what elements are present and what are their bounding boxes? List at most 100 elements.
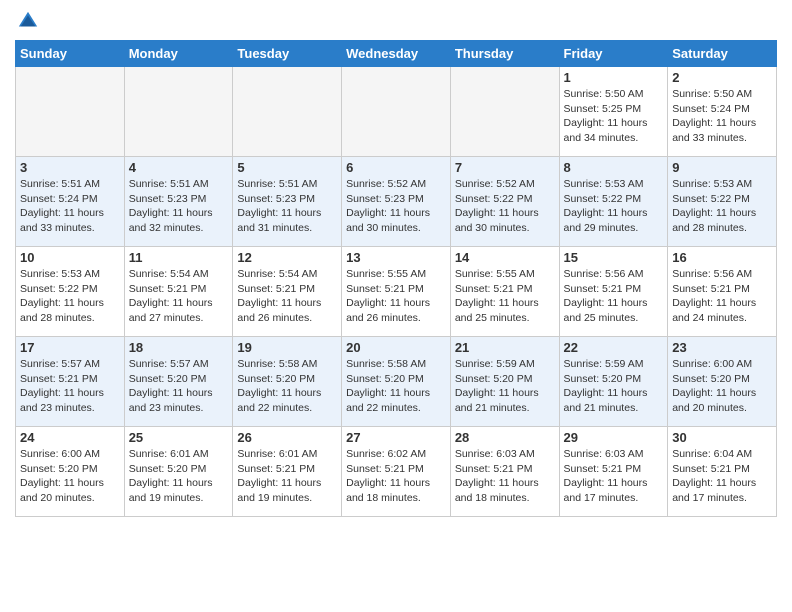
day-info: Sunrise: 6:01 AM Sunset: 5:20 PM Dayligh… — [129, 447, 229, 506]
day-cell: 28 Sunrise: 6:03 AM Sunset: 5:21 PM Dayli… — [450, 427, 559, 517]
header — [15, 10, 777, 32]
weekday-sunday: Sunday — [16, 41, 125, 67]
day-cell: 8 Sunrise: 5:53 AM Sunset: 5:22 PM Daylig… — [559, 157, 668, 247]
day-info: Sunrise: 5:56 AM Sunset: 5:21 PM Dayligh… — [672, 267, 772, 326]
day-info: Sunrise: 5:55 AM Sunset: 5:21 PM Dayligh… — [455, 267, 555, 326]
day-cell: 5 Sunrise: 5:51 AM Sunset: 5:23 PM Daylig… — [233, 157, 342, 247]
day-cell: 4Sunrise: 5:51 AM Sunset: 5:23 PM Daylig… — [124, 157, 233, 247]
day-info: Sunrise: 5:51 AM Sunset: 5:24 PM Dayligh… — [20, 177, 120, 236]
day-info: Sunrise: 5:58 AM Sunset: 5:20 PM Dayligh… — [237, 357, 337, 416]
weekday-monday: Monday — [124, 41, 233, 67]
week-row-4: 24Sunrise: 6:00 AM Sunset: 5:20 PM Dayli… — [16, 427, 777, 517]
day-cell — [342, 67, 451, 157]
day-info: Sunrise: 6:01 AM Sunset: 5:21 PM Dayligh… — [237, 447, 337, 506]
day-number: 19 — [237, 340, 337, 355]
day-number: 28 — [455, 430, 555, 445]
day-number: 30 — [672, 430, 772, 445]
day-number: 12 — [237, 250, 337, 265]
day-cell: 20Sunrise: 5:58 AM Sunset: 5:20 PM Dayli… — [342, 337, 451, 427]
day-number: 2 — [672, 70, 772, 85]
day-number: 24 — [20, 430, 120, 445]
day-number: 13 — [346, 250, 446, 265]
day-number: 10 — [20, 250, 120, 265]
day-info: Sunrise: 5:54 AM Sunset: 5:21 PM Dayligh… — [129, 267, 229, 326]
day-cell: 27 Sunrise: 6:02 AM Sunset: 5:21 PM Dayli… — [342, 427, 451, 517]
day-info: Sunrise: 5:51 AM Sunset: 5:23 PM Dayligh… — [129, 177, 229, 236]
day-number: 8 — [564, 160, 664, 175]
weekday-friday: Friday — [559, 41, 668, 67]
day-number: 18 — [129, 340, 229, 355]
day-cell: 6Sunrise: 5:52 AM Sunset: 5:23 PM Daylig… — [342, 157, 451, 247]
day-info: Sunrise: 5:57 AM Sunset: 5:21 PM Dayligh… — [20, 357, 120, 416]
day-info: Sunrise: 5:50 AM Sunset: 5:24 PM Dayligh… — [672, 87, 772, 146]
week-row-0: 1 Sunrise: 5:50 AM Sunset: 5:25 PM Daylig… — [16, 67, 777, 157]
logo — [15, 10, 39, 32]
day-number: 15 — [564, 250, 664, 265]
day-info: Sunrise: 5:50 AM Sunset: 5:25 PM Dayligh… — [564, 87, 664, 146]
day-cell: 10 Sunrise: 5:53 AM Sunset: 5:22 PM Dayli… — [16, 247, 125, 337]
day-cell — [450, 67, 559, 157]
day-info: Sunrise: 5:55 AM Sunset: 5:21 PM Dayligh… — [346, 267, 446, 326]
day-cell: 12 Sunrise: 5:54 AM Sunset: 5:21 PM Dayli… — [233, 247, 342, 337]
day-number: 5 — [237, 160, 337, 175]
weekday-tuesday: Tuesday — [233, 41, 342, 67]
day-cell: 23 Sunrise: 6:00 AM Sunset: 5:20 PM Dayli… — [668, 337, 777, 427]
day-number: 27 — [346, 430, 446, 445]
day-cell: 29Sunrise: 6:03 AM Sunset: 5:21 PM Dayli… — [559, 427, 668, 517]
day-info: Sunrise: 5:53 AM Sunset: 5:22 PM Dayligh… — [20, 267, 120, 326]
day-cell — [233, 67, 342, 157]
day-info: Sunrise: 5:59 AM Sunset: 5:20 PM Dayligh… — [564, 357, 664, 416]
week-row-3: 17Sunrise: 5:57 AM Sunset: 5:21 PM Dayli… — [16, 337, 777, 427]
day-cell: 17Sunrise: 5:57 AM Sunset: 5:21 PM Dayli… — [16, 337, 125, 427]
day-info: Sunrise: 5:59 AM Sunset: 5:20 PM Dayligh… — [455, 357, 555, 416]
day-cell — [16, 67, 125, 157]
weekday-saturday: Saturday — [668, 41, 777, 67]
day-info: Sunrise: 5:51 AM Sunset: 5:23 PM Dayligh… — [237, 177, 337, 236]
day-cell: 24Sunrise: 6:00 AM Sunset: 5:20 PM Dayli… — [16, 427, 125, 517]
day-cell: 1 Sunrise: 5:50 AM Sunset: 5:25 PM Daylig… — [559, 67, 668, 157]
logo-icon — [17, 10, 39, 32]
day-number: 26 — [237, 430, 337, 445]
day-number: 22 — [564, 340, 664, 355]
day-number: 7 — [455, 160, 555, 175]
day-cell: 16 Sunrise: 5:56 AM Sunset: 5:21 PM Dayli… — [668, 247, 777, 337]
page: SundayMondayTuesdayWednesdayThursdayFrid… — [0, 0, 792, 532]
day-number: 1 — [564, 70, 664, 85]
day-number: 25 — [129, 430, 229, 445]
day-info: Sunrise: 5:56 AM Sunset: 5:21 PM Dayligh… — [564, 267, 664, 326]
day-cell: 30 Sunrise: 6:04 AM Sunset: 5:21 PM Dayli… — [668, 427, 777, 517]
day-cell: 22 Sunrise: 5:59 AM Sunset: 5:20 PM Dayli… — [559, 337, 668, 427]
weekday-header-row: SundayMondayTuesdayWednesdayThursdayFrid… — [16, 41, 777, 67]
weekday-wednesday: Wednesday — [342, 41, 451, 67]
day-cell: 7 Sunrise: 5:52 AM Sunset: 5:22 PM Daylig… — [450, 157, 559, 247]
day-info: Sunrise: 5:57 AM Sunset: 5:20 PM Dayligh… — [129, 357, 229, 416]
day-cell: 21Sunrise: 5:59 AM Sunset: 5:20 PM Dayli… — [450, 337, 559, 427]
day-info: Sunrise: 6:04 AM Sunset: 5:21 PM Dayligh… — [672, 447, 772, 506]
logo-text — [15, 10, 39, 32]
weekday-thursday: Thursday — [450, 41, 559, 67]
day-number: 9 — [672, 160, 772, 175]
day-number: 14 — [455, 250, 555, 265]
day-cell: 9 Sunrise: 5:53 AM Sunset: 5:22 PM Daylig… — [668, 157, 777, 247]
day-info: Sunrise: 5:52 AM Sunset: 5:22 PM Dayligh… — [455, 177, 555, 236]
week-row-1: 3Sunrise: 5:51 AM Sunset: 5:24 PM Daylig… — [16, 157, 777, 247]
day-number: 6 — [346, 160, 446, 175]
day-info: Sunrise: 6:03 AM Sunset: 5:21 PM Dayligh… — [455, 447, 555, 506]
day-info: Sunrise: 5:53 AM Sunset: 5:22 PM Dayligh… — [564, 177, 664, 236]
day-info: Sunrise: 6:02 AM Sunset: 5:21 PM Dayligh… — [346, 447, 446, 506]
day-cell: 19 Sunrise: 5:58 AM Sunset: 5:20 PM Dayli… — [233, 337, 342, 427]
day-cell — [124, 67, 233, 157]
day-number: 16 — [672, 250, 772, 265]
day-info: Sunrise: 6:00 AM Sunset: 5:20 PM Dayligh… — [672, 357, 772, 416]
day-number: 23 — [672, 340, 772, 355]
day-info: Sunrise: 5:53 AM Sunset: 5:22 PM Dayligh… — [672, 177, 772, 236]
day-number: 29 — [564, 430, 664, 445]
day-cell: 18 Sunrise: 5:57 AM Sunset: 5:20 PM Dayli… — [124, 337, 233, 427]
day-cell: 14 Sunrise: 5:55 AM Sunset: 5:21 PM Dayli… — [450, 247, 559, 337]
day-cell: 26 Sunrise: 6:01 AM Sunset: 5:21 PM Dayli… — [233, 427, 342, 517]
day-cell: 3Sunrise: 5:51 AM Sunset: 5:24 PM Daylig… — [16, 157, 125, 247]
day-cell: 13 Sunrise: 5:55 AM Sunset: 5:21 PM Dayli… — [342, 247, 451, 337]
calendar-table: SundayMondayTuesdayWednesdayThursdayFrid… — [15, 40, 777, 517]
day-info: Sunrise: 5:54 AM Sunset: 5:21 PM Dayligh… — [237, 267, 337, 326]
day-info: Sunrise: 5:58 AM Sunset: 5:20 PM Dayligh… — [346, 357, 446, 416]
